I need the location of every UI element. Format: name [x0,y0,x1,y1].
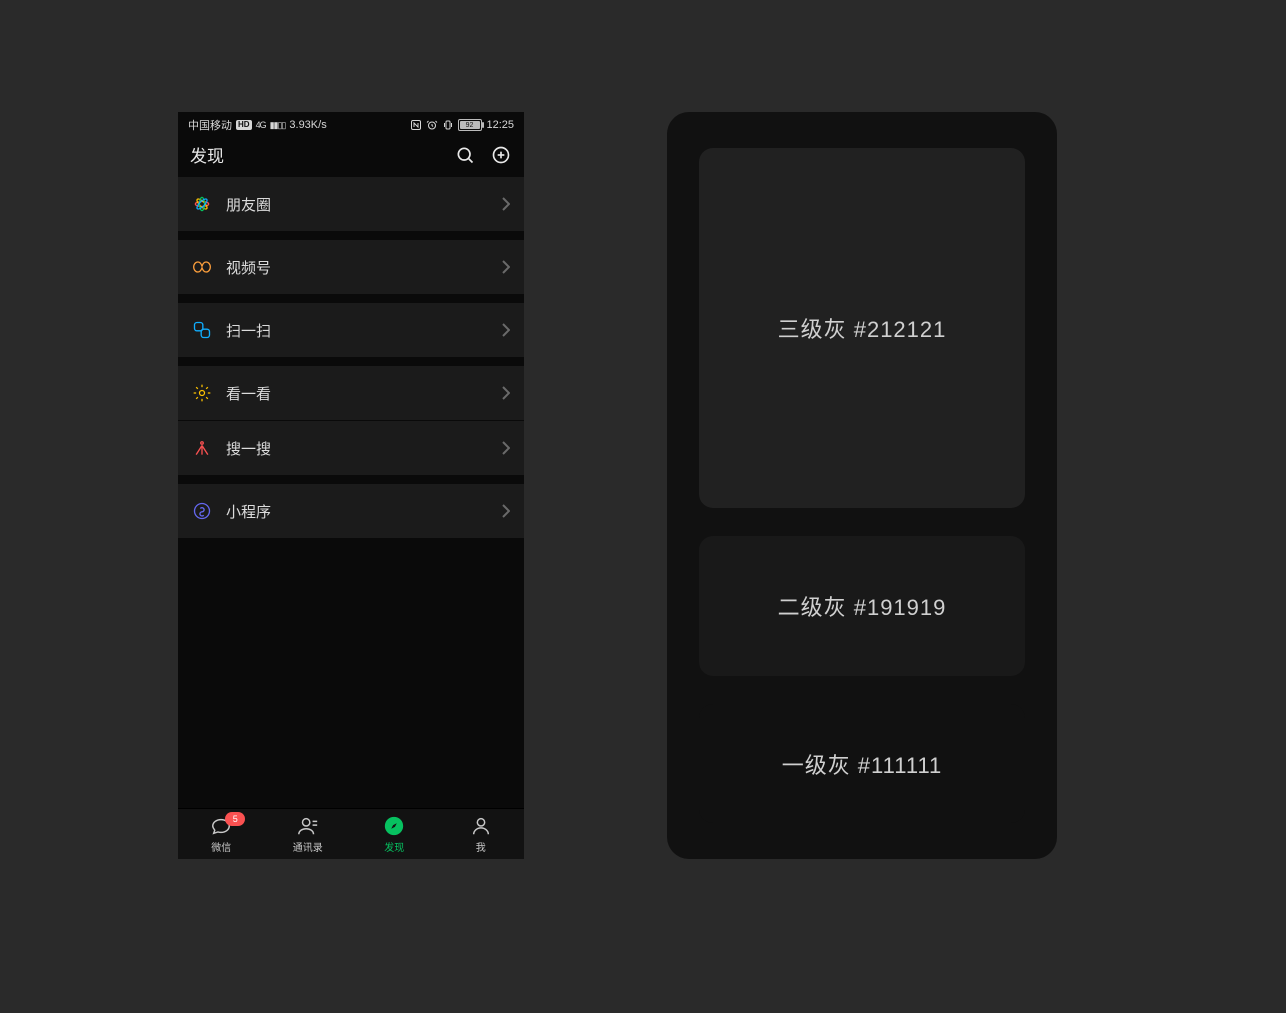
contacts-icon [297,815,319,837]
moments-icon [192,194,212,214]
chevron-right-icon [502,323,510,337]
channels-icon [192,257,212,277]
tab-label: 微信 [211,839,231,854]
miniprogram-icon [192,501,212,521]
tab-label: 我 [476,839,486,854]
carrier-label: 中国移动 [188,117,232,133]
row-search[interactable]: 搜一搜 [178,421,524,476]
row-top-stories[interactable]: 看一看 [178,366,524,421]
swatch-label: 三级灰 #212121 [778,312,947,344]
tab-discover[interactable]: 发现 [351,809,438,859]
discover-list: 朋友圈 视频号 扫一扫 [178,177,524,539]
page-title: 发现 [190,142,224,167]
network-speed: 3.93K/s [289,119,326,131]
discover-icon [383,815,405,837]
status-bar: 中国移动 HD 4G ▮▮▯▯ 3.93K/s 92 [178,112,524,136]
chevron-right-icon [502,260,510,274]
me-icon [470,815,492,837]
swatch-label: 二级灰 #191919 [778,590,947,622]
swatch-card: 三级灰 #212121 二级灰 #191919 一级灰 #111111 [667,112,1057,859]
chat-badge: 5 [225,812,245,826]
tab-bar: 5 微信 通讯录 发现 我 [178,808,524,859]
chevron-right-icon [502,441,510,455]
tab-me[interactable]: 我 [438,809,525,859]
plus-icon[interactable] [490,144,512,166]
clock-label: 12:25 [486,119,514,131]
row-label: 搜一搜 [226,438,502,459]
battery-percent: 92 [458,122,480,129]
scan-icon [192,320,212,340]
signal-bars-icon: ▮▮▯▯ [270,120,286,131]
chevron-right-icon [502,197,510,211]
row-label: 朋友圈 [226,194,502,215]
nav-bar: 发现 [178,136,524,177]
vibrate-icon [442,119,454,131]
swatch-gray-1: 一级灰 #111111 [699,704,1025,823]
row-label: 视频号 [226,257,502,278]
row-label: 看一看 [226,383,502,404]
alarm-icon [426,119,438,131]
chevron-right-icon [502,504,510,518]
row-channels[interactable]: 视频号 [178,240,524,295]
swatch-label: 一级灰 #111111 [782,748,943,780]
row-label: 扫一扫 [226,320,502,341]
row-moments[interactable]: 朋友圈 [178,177,524,232]
battery-icon: 92 [458,119,482,131]
tab-chat[interactable]: 5 微信 [178,809,265,859]
sousou-icon [192,438,212,458]
tab-label: 发现 [384,839,404,854]
chevron-right-icon [502,386,510,400]
tab-contacts[interactable]: 通讯录 [265,809,352,859]
row-scan[interactable]: 扫一扫 [178,303,524,358]
nfc-icon [410,119,422,131]
tab-label: 通讯录 [293,839,323,854]
row-miniprogram[interactable]: 小程序 [178,484,524,539]
search-icon[interactable] [454,144,476,166]
phone-frame: 中国移动 HD 4G ▮▮▯▯ 3.93K/s 92 [178,112,524,859]
hd-badge: HD [236,120,252,130]
swatch-gray-3: 三级灰 #212121 [699,148,1025,508]
network-label: 4G [256,120,266,130]
topstories-icon [192,383,212,403]
swatch-gray-2: 二级灰 #191919 [699,536,1025,676]
row-label: 小程序 [226,501,502,522]
